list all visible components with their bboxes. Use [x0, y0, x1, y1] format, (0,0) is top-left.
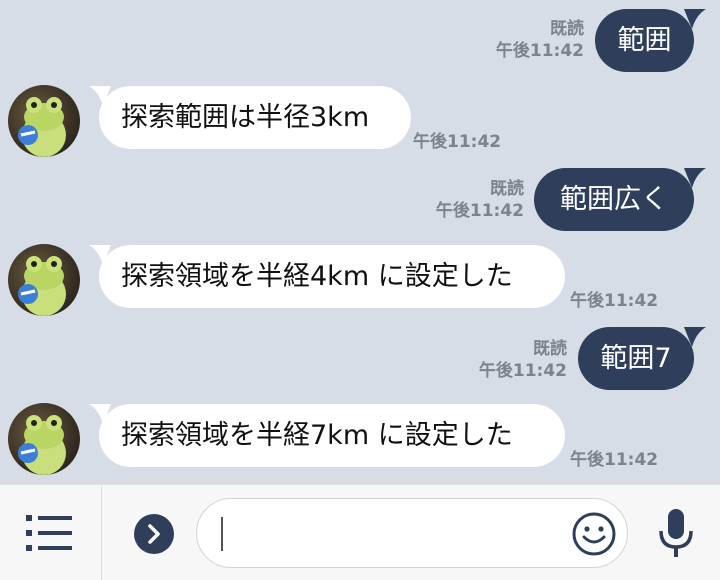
input-bar [0, 484, 720, 580]
read-receipt: 既読 [490, 179, 524, 199]
read-receipt: 既読 [550, 19, 584, 39]
message-text: 範囲 [617, 25, 672, 56]
outgoing-message-bubble[interactable]: 範囲7 [578, 327, 694, 390]
bubble-tail [684, 9, 706, 29]
message-meta: 既読 午後11:42 [410, 178, 524, 222]
message-text: 範囲広く [560, 184, 668, 215]
avatar[interactable] [8, 403, 80, 475]
bubble-tail [684, 327, 706, 347]
frog-avatar-icon [18, 97, 66, 157]
avatar[interactable] [8, 85, 80, 157]
outgoing-message-bubble[interactable]: 範囲 [595, 9, 694, 72]
incoming-message-bubble[interactable]: 探索領域を半経4km に設定した [99, 245, 565, 308]
text-caret [221, 517, 223, 551]
bubble-tail [684, 168, 706, 188]
avatar[interactable] [8, 244, 80, 316]
expand-button[interactable] [133, 513, 175, 555]
timestamp: 午後11:42 [413, 132, 502, 152]
message-text: 範囲7 [600, 343, 672, 374]
incoming-message-bubble[interactable]: 探索範囲は半径3km [99, 86, 411, 149]
timestamp: 午後11:42 [570, 450, 659, 470]
microphone-button[interactable] [656, 507, 696, 561]
menu-icon [26, 515, 72, 551]
message-text: 探索領域を半経4km に設定した [121, 261, 513, 292]
outgoing-message-bubble[interactable]: 範囲広く [534, 168, 694, 231]
microphone-icon [659, 509, 693, 557]
timestamp: 午後11:42 [478, 361, 567, 381]
emoji-icon [572, 512, 616, 556]
chevron-right-icon [134, 514, 174, 554]
divider [101, 485, 102, 580]
frog-avatar-icon [18, 256, 66, 316]
frog-avatar-icon [18, 415, 66, 475]
timestamp: 午後11:42 [435, 201, 524, 221]
message-meta: 既読 午後11:42 [470, 18, 584, 62]
message-input[interactable] [196, 498, 628, 568]
timestamp: 午後11:42 [570, 291, 659, 311]
message-text: 探索領域を半経7km に設定した [121, 420, 513, 451]
read-receipt: 既読 [533, 339, 567, 359]
chat-area: 既読 午後11:42 範囲 探索範囲は半径3km 午後11:42 既読 午後11… [0, 0, 720, 484]
timestamp: 午後11:42 [495, 41, 584, 61]
emoji-button[interactable] [571, 511, 617, 557]
message-meta: 既読 午後11:42 [453, 338, 567, 382]
menu-button[interactable] [22, 509, 78, 557]
incoming-message-bubble[interactable]: 探索領域を半経7km に設定した [99, 404, 565, 467]
message-text: 探索範囲は半径3km [121, 102, 370, 133]
